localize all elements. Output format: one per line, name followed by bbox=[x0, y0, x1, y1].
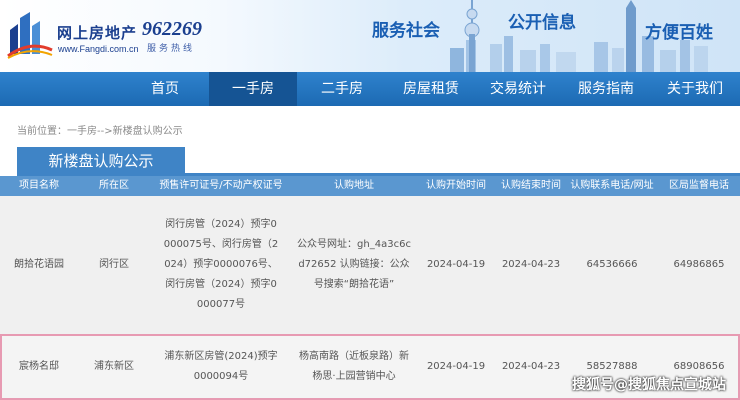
cell-address: 公众号网址：gh_4a3c6c d72652 认购链接：公众 号搜索“朗拾花语” bbox=[292, 196, 416, 334]
license-line: 闵行房管（2024）预字0 bbox=[165, 219, 277, 230]
main-nav: 首页 一手房 二手房 房屋租赁 交易统计 服务指南 关于我们 bbox=[0, 72, 740, 106]
col-district: 所在区 bbox=[99, 180, 129, 191]
site-name[interactable]: 网上房地产 bbox=[57, 22, 137, 43]
cell-address: 杨高南路（近板泉路）新 杨思·上园营销中心 bbox=[292, 336, 416, 398]
slogan-1: 服务社会 bbox=[372, 21, 440, 41]
cell-license: 浦东新区房管(2024)预字 0000094号 bbox=[150, 336, 292, 398]
cell-start-time: 2024-04-19 bbox=[426, 259, 486, 270]
col-project-name: 项目名称 bbox=[19, 180, 59, 191]
cell-end-time: 2024-04-23 bbox=[501, 259, 561, 270]
col-start-time: 认购开始时间 bbox=[426, 180, 486, 191]
header-banner: 网上房地产 www.Fangdi.com.cn 962269 服务热线 服务社会… bbox=[0, 0, 740, 72]
hotline-number: 962269 bbox=[142, 18, 202, 40]
cell-contact: 64536666 bbox=[586, 259, 638, 270]
nav-new-homes[interactable]: 一手房 bbox=[209, 72, 297, 106]
table-header: 项目名称 所在区 预售许可证号/不动产权证号 认购地址 认购开始时间 认购结束时… bbox=[0, 176, 740, 196]
col-address: 认购地址 bbox=[334, 180, 374, 191]
nav-rental[interactable]: 房屋租赁 bbox=[391, 72, 471, 106]
license-line: 闵行房管（2024）预字0 bbox=[165, 279, 277, 290]
col-end-time: 认购结束时间 bbox=[501, 180, 561, 191]
slogan-2: 公开信息 bbox=[508, 13, 576, 33]
license-line: 浦东新区房管(2024)预字 bbox=[164, 351, 278, 362]
address-line: d72652 认购链接：公众 bbox=[298, 259, 410, 270]
nav-home[interactable]: 首页 bbox=[130, 72, 200, 106]
cell-start-time: 2024-04-19 bbox=[426, 361, 486, 372]
slogan-3: 方便百姓 bbox=[645, 23, 713, 43]
col-supervise-phone: 区局监督电话 bbox=[669, 180, 729, 191]
nav-second-hand[interactable]: 二手房 bbox=[305, 72, 379, 106]
cell-project-name: 朗拾花语园 bbox=[14, 259, 64, 270]
address-line: 杨高南路（近板泉路）新 bbox=[299, 351, 409, 362]
cell-district: 闵行区 bbox=[99, 259, 129, 270]
col-license: 预售许可证号/不动产权证号 bbox=[159, 180, 283, 191]
cell-district: 浦东新区 bbox=[94, 361, 134, 372]
nav-statistics[interactable]: 交易统计 bbox=[478, 72, 558, 106]
watermark: 搜狐号@搜狐焦点宣城站 bbox=[572, 377, 726, 393]
cell-supervise-phone: 64986865 bbox=[673, 259, 725, 270]
nav-service-guide[interactable]: 服务指南 bbox=[566, 72, 646, 106]
cell-project-name: 宸杨名邸 bbox=[19, 361, 59, 372]
cell-license: 闵行房管（2024）预字0 000075号、闵行房管（2 024）预字00000… bbox=[150, 196, 292, 334]
site-url: www.Fangdi.com.cn bbox=[58, 44, 139, 54]
cell-end-time: 2024-04-23 bbox=[501, 361, 561, 372]
address-line: 号搜索“朗拾花语” bbox=[313, 279, 395, 290]
nav-about-us[interactable]: 关于我们 bbox=[655, 72, 735, 106]
table-row: 朗拾花语园 闵行区 闵行房管（2024）预字0 000075号、闵行房管（2 0… bbox=[0, 196, 740, 334]
section-title: 新楼盘认购公示 bbox=[17, 147, 185, 175]
col-contact: 认购联系电话/网址 bbox=[570, 180, 654, 191]
breadcrumb: 当前位置：一手房-->新楼盘认购公示 bbox=[17, 126, 183, 137]
license-line: 024）预字0000076号、 bbox=[164, 259, 278, 270]
address-line: 公众号网址：gh_4a3c6c bbox=[297, 239, 411, 250]
address-line: 杨思·上园营销中心 bbox=[312, 371, 396, 382]
house-logo-icon[interactable] bbox=[6, 10, 54, 60]
license-line: 0000094号 bbox=[193, 371, 249, 382]
hotline-label: 服务热线 bbox=[147, 44, 196, 54]
license-line: 000075号、闵行房管（2 bbox=[163, 239, 279, 250]
license-line: 000077号 bbox=[196, 299, 246, 310]
